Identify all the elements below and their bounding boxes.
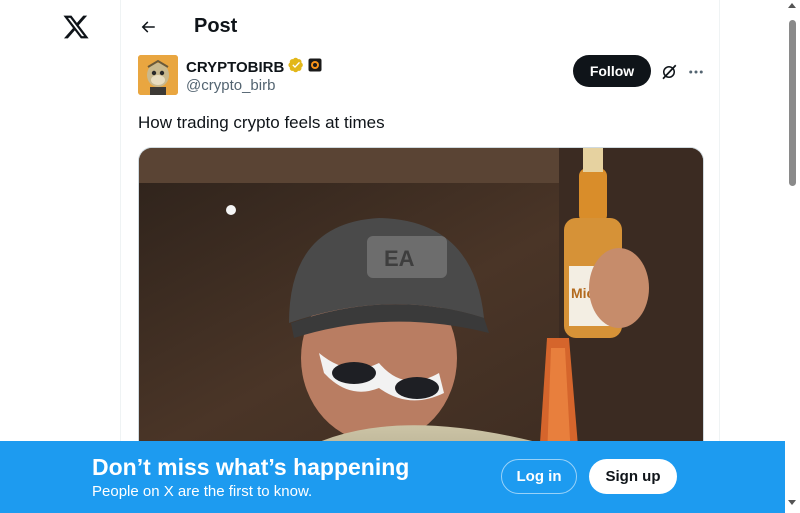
more-dots-icon[interactable] bbox=[684, 60, 708, 84]
svg-text:EA: EA bbox=[384, 246, 415, 271]
verified-badge-icon bbox=[288, 57, 304, 78]
scroll-up-arrow-icon[interactable] bbox=[788, 3, 796, 8]
login-button[interactable]: Log in bbox=[501, 459, 577, 494]
back-button[interactable] bbox=[135, 14, 161, 40]
scroll-down-arrow-icon[interactable] bbox=[788, 500, 796, 505]
affiliate-badge-icon[interactable] bbox=[308, 58, 322, 77]
post-header: Post bbox=[121, 0, 719, 53]
main-column: Post CRYPTOBIRB @crypto_birb Follow How … bbox=[120, 0, 720, 513]
page: Post CRYPTOBIRB @crypto_birb Follow How … bbox=[0, 0, 800, 513]
post-text: How trading crypto feels at times bbox=[138, 113, 385, 132]
user-handle[interactable]: @crypto_birb bbox=[186, 77, 275, 94]
arrow-left-icon bbox=[141, 21, 155, 33]
grok-icon[interactable] bbox=[657, 60, 681, 84]
banner-title: Don’t miss what’s happening bbox=[92, 454, 410, 480]
signup-button[interactable]: Sign up bbox=[589, 459, 677, 494]
page-title: Post bbox=[194, 15, 238, 37]
x-logo-icon[interactable] bbox=[62, 13, 90, 41]
follow-button[interactable]: Follow bbox=[573, 55, 651, 87]
avatar[interactable] bbox=[138, 55, 178, 95]
scroll-thumb[interactable] bbox=[789, 20, 796, 186]
display-name[interactable]: CRYPTOBIRB bbox=[186, 59, 284, 76]
page-scrollbar[interactable] bbox=[785, 0, 800, 513]
post-video[interactable]: EA Miche bbox=[138, 147, 704, 457]
banner-subtitle: People on X are the first to know. bbox=[92, 483, 313, 500]
name-row: CRYPTOBIRB bbox=[186, 57, 322, 78]
left-rail bbox=[0, 0, 120, 513]
post-author: CRYPTOBIRB @crypto_birb Follow bbox=[138, 55, 704, 97]
signup-banner: Don’t miss what’s happening People on X … bbox=[0, 441, 785, 513]
